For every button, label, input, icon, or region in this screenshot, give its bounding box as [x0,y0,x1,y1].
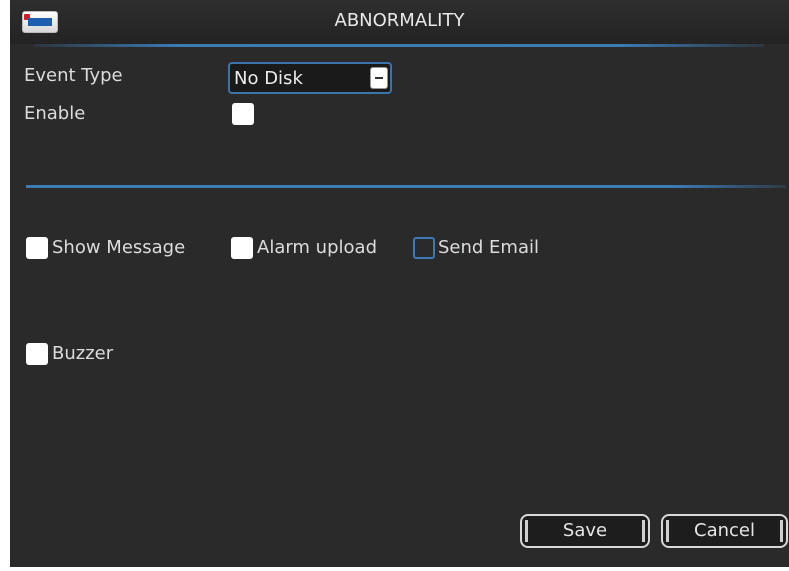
event-type-value: No Disk [234,68,303,89]
send-email-checkbox[interactable] [413,237,435,259]
dropdown-icon [375,77,383,79]
event-type-label: Event Type [24,65,123,86]
show-message-label: Show Message [52,237,186,258]
enable-checkbox[interactable] [232,103,254,125]
abnormality-dialog: ABNORMALITY Event Type No Disk Enable Sh… [10,0,789,567]
title-underline [34,44,764,47]
buzzer-checkbox[interactable] [26,343,48,365]
send-email-label: Send Email [438,237,539,258]
alarm-upload-checkbox[interactable] [231,237,253,259]
dialog-title: ABNORMALITY [334,10,465,31]
alarm-upload-label: Alarm upload [257,237,377,258]
event-type-select[interactable]: No Disk [228,62,392,94]
title-bar: ABNORMALITY [10,0,789,44]
buzzer-label: Buzzer [52,343,114,364]
save-button[interactable]: Save [520,514,650,548]
section-divider [26,185,786,188]
dropdown-arrow-button[interactable] [370,67,388,89]
enable-label: Enable [24,103,86,124]
cancel-button[interactable]: Cancel [661,514,788,548]
show-message-checkbox[interactable] [26,237,48,259]
